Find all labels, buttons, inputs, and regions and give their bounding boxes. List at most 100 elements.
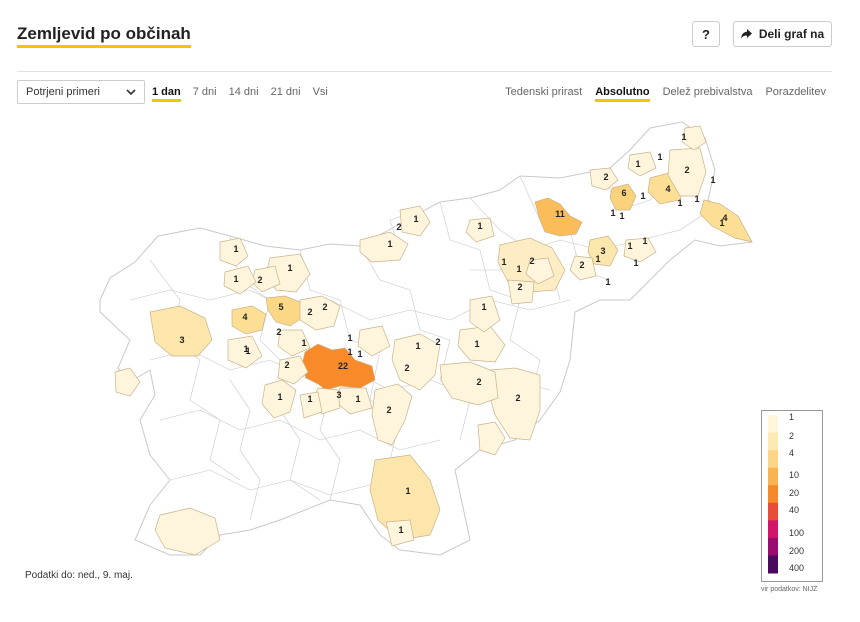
legend-color-swatch xyxy=(768,555,778,574)
legend-color-swatch xyxy=(768,450,778,469)
municipality-value-label: 1 xyxy=(233,244,238,254)
municipality-value-label: 2 xyxy=(517,282,522,292)
legend-tick-label: 2 xyxy=(789,431,795,441)
municipality-value-label: 2 xyxy=(257,275,262,285)
municipality-value-label: 11 xyxy=(555,209,565,219)
municipality-value-label: 2 xyxy=(684,165,689,175)
municipality-value-label: 1 xyxy=(398,525,403,535)
municipality-value-label: 22 xyxy=(338,361,348,371)
municipality-value-label: 1 xyxy=(501,257,506,267)
legend-tick-label: 10 xyxy=(789,470,800,480)
municipality-value-label: 1 xyxy=(642,236,647,246)
municipality-value-label: 1 xyxy=(694,194,699,204)
legend-color-swatch xyxy=(768,502,778,521)
tab-period-14-days[interactable]: 14 dni xyxy=(229,85,259,102)
tab-view-weekly-growth[interactable]: Tedenski prirast xyxy=(505,85,582,102)
legend-color-swatch xyxy=(768,537,778,556)
tab-view-absolute[interactable]: Absolutno xyxy=(595,85,650,102)
legend-tick-label: 4 xyxy=(789,448,795,458)
legend-tick-label: 20 xyxy=(789,488,800,498)
municipality-value-label: 1 xyxy=(610,208,615,218)
municipality-value-label: 1 xyxy=(627,241,632,251)
municipality-value-label: 1 xyxy=(301,338,306,348)
legend-color-swatch xyxy=(768,467,778,486)
legend-color-swatch xyxy=(768,432,778,451)
municipality-value-label: 1 xyxy=(477,221,482,231)
municipality-value-label: 4 xyxy=(242,312,247,322)
period-tabs: 1 dan 7 dni 14 dni 21 dni Vsi xyxy=(152,85,328,102)
municipality-value-label: 1 xyxy=(243,344,248,354)
municipality-map: 11126 4121111 1 11141 1213112 12 11211145 2 223 1… xyxy=(99,121,753,556)
municipality-value-label: 1 xyxy=(387,239,392,249)
municipality-value-label: 1 xyxy=(619,211,624,221)
view-tabs: Tedenski prirast Absolutno Delež prebiva… xyxy=(505,85,826,102)
tab-period-7-days[interactable]: 7 dni xyxy=(193,85,217,102)
tab-period-all[interactable]: Vsi xyxy=(313,85,328,102)
municipality-value-label: 1 xyxy=(474,339,479,349)
municipality-value-label: 1 xyxy=(640,191,645,201)
municipality-value-label: 2 xyxy=(404,363,409,373)
municipality-value-label: 1 xyxy=(307,394,312,404)
municipality-value-label: 2 xyxy=(307,307,312,317)
municipality-value-label: 1 xyxy=(405,486,410,496)
municipality-value-label: 1 xyxy=(347,347,352,357)
municipality-value-label: 1 xyxy=(595,254,600,264)
municipality-value-label: 3 xyxy=(600,246,605,256)
tab-period-1-day[interactable]: 1 dan xyxy=(152,85,181,102)
tab-period-21-days[interactable]: 21 dni xyxy=(271,85,301,102)
municipality-value-label: 1 xyxy=(481,302,486,312)
municipality-value-label: 1 xyxy=(277,392,282,402)
share-arrow-icon xyxy=(740,29,752,39)
municipality-value-label: 1 xyxy=(710,175,715,185)
municipality-value-label: 1 xyxy=(287,263,292,273)
municipality-value-label: 1 xyxy=(635,159,640,169)
legend-tick-label: 1 xyxy=(789,412,795,422)
legend-tick-label: 400 xyxy=(789,563,805,573)
municipality-value-label: 2 xyxy=(396,222,401,232)
legend-tick-label: 200 xyxy=(789,546,805,556)
data-source: vir podatkov: NIJZ xyxy=(761,586,818,593)
municipality-value-label: 2 xyxy=(386,405,391,415)
municipality-value-label: 4 xyxy=(665,184,670,194)
municipality-value-label: 1 xyxy=(233,274,238,284)
legend-color-swatch xyxy=(768,485,778,504)
municipality-value-label: 4 xyxy=(722,213,727,223)
municipality-value-label: 6 xyxy=(621,188,626,198)
tab-view-population-share[interactable]: Delež prebivalstva xyxy=(663,85,753,102)
municipality-value-label: 1 xyxy=(516,264,521,274)
tab-view-distribution[interactable]: Porazdelitev xyxy=(765,85,826,102)
measure-select[interactable]: Potrjeni primeri xyxy=(17,80,145,104)
municipality-value-label: 2 xyxy=(322,302,327,312)
municipality-value-label: 2 xyxy=(529,256,534,266)
page-title: Zemljevid po občinah xyxy=(17,24,191,48)
measure-select-value: Potrjeni primeri xyxy=(26,86,100,98)
chevron-down-icon xyxy=(126,89,136,96)
municipality-value-label: 1 xyxy=(681,132,686,142)
municipality-value-label: 1 xyxy=(347,333,352,343)
municipality-value-label: 1 xyxy=(355,394,360,404)
municipality-value-label: 1 xyxy=(413,214,418,224)
municipality-value-label: 1 xyxy=(415,341,420,351)
data-date: Podatki do: ned., 9. maj. xyxy=(25,570,133,581)
header-divider xyxy=(17,71,832,72)
municipality-value-label: 2 xyxy=(515,393,520,403)
municipality-value-label: 2 xyxy=(476,377,481,387)
municipality-value-label: 1 xyxy=(677,198,682,208)
legend-tick-label: 100 xyxy=(789,528,805,538)
share-button[interactable]: Deli graf na xyxy=(733,21,832,47)
municipality-value-label: 2 xyxy=(435,337,440,347)
municipality-value-label: 2 xyxy=(603,172,608,182)
municipality-value-label: 2 xyxy=(579,260,584,270)
municipality-value-label: 1 xyxy=(633,258,638,268)
share-button-label: Deli graf na xyxy=(758,27,825,41)
legend-color-swatch xyxy=(768,415,778,434)
municipality-value-label: 2 xyxy=(276,327,281,337)
municipality-value-label: 1 xyxy=(605,277,610,287)
municipality-value-label: 3 xyxy=(179,335,184,345)
municipality-value-label: 1 xyxy=(357,349,362,359)
municipality-value-label: 5 xyxy=(278,302,283,312)
municipality-value-label: 2 xyxy=(284,360,289,370)
municipality-value-label: 1 xyxy=(657,152,662,162)
help-button[interactable]: ? xyxy=(692,21,720,47)
municipality-value-label: 3 xyxy=(336,390,341,400)
